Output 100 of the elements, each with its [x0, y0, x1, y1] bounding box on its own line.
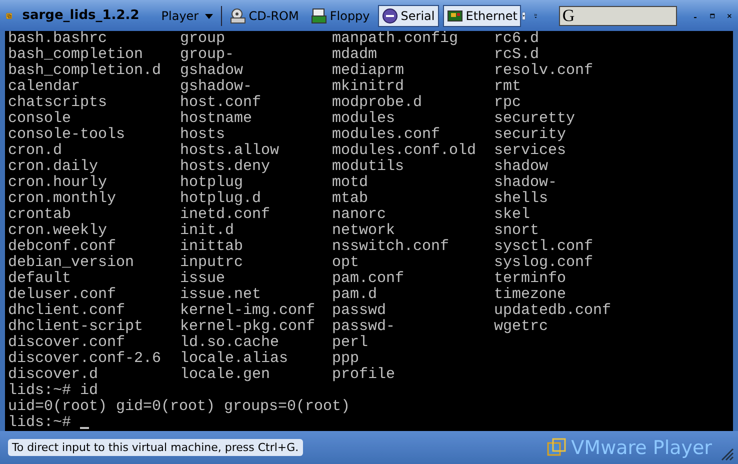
file-name: mdadm: [332, 46, 378, 63]
file-name: inetd.conf: [180, 206, 270, 223]
file-name: mkinitrd: [332, 78, 404, 95]
file-name: locale.gen: [180, 366, 270, 383]
file-name: init.d: [180, 222, 234, 239]
network-card-icon: [446, 8, 463, 24]
file-name: opt: [332, 254, 360, 271]
file-name: rc6.d: [494, 31, 540, 47]
file-name: mtab: [332, 190, 368, 207]
file-name: group: [180, 31, 226, 47]
file-name: cron.monthly: [8, 190, 116, 207]
file-name: issue.net: [180, 286, 262, 303]
logo-icon: [546, 436, 568, 458]
file-name: gshadow-: [180, 78, 252, 95]
file-name: manpath.config: [332, 31, 458, 47]
file-name: network: [332, 222, 396, 239]
file-name: ppp: [332, 350, 360, 367]
file-name: passwd-: [332, 318, 396, 335]
file-name: updatedb.conf: [494, 302, 612, 319]
file-name: discover.conf-2.6: [8, 350, 162, 367]
file-name: ld.so.cache: [180, 334, 280, 351]
file-name: perl: [332, 334, 368, 351]
file-name: kernel-pkg.conf: [180, 318, 316, 335]
file-name: bash_completion: [8, 46, 144, 63]
file-name: deluser.conf: [8, 286, 116, 303]
file-name: terminfo: [494, 270, 566, 287]
file-name: resolv.conf: [494, 62, 594, 79]
file-name: wgetrc: [494, 318, 548, 335]
cursor: [80, 427, 90, 429]
player-menu[interactable]: Player: [157, 8, 218, 22]
file-name: inputrc: [180, 254, 244, 271]
file-name: debian_version: [8, 254, 134, 271]
file-name: profile: [332, 366, 396, 383]
file-name: console-tools: [8, 126, 126, 143]
file-name: modprobe.d: [332, 94, 422, 111]
file-name: crontab: [8, 206, 72, 223]
file-name: syslog.conf: [494, 254, 594, 271]
file-name: hosts.deny: [180, 158, 270, 175]
terminal-line: uid=0(root) gid=0(root) groups=0(root): [8, 399, 350, 415]
file-name: calendar: [8, 78, 80, 95]
file-name: console: [8, 110, 72, 127]
file-name: discover.conf: [8, 334, 126, 351]
file-name: rcS.d: [494, 46, 540, 63]
file-name: group-: [180, 46, 234, 63]
file-name: hosts: [180, 126, 226, 143]
file-name: nsswitch.conf: [332, 238, 450, 255]
file-name: inittab: [180, 238, 244, 255]
file-name: rpc: [494, 94, 522, 111]
device-button[interactable]: Ethernet: [442, 4, 522, 26]
file-name: hosts.allow: [180, 142, 280, 159]
device-button[interactable]: Floppy: [306, 4, 374, 26]
file-name: motd: [332, 174, 368, 191]
file-name: timezone: [494, 286, 566, 303]
file-name: modules.conf: [332, 126, 440, 143]
status-message: To direct input to this virtual machine, press Ctrl+G.: [8, 439, 303, 456]
file-name: snort: [494, 222, 540, 239]
file-name: rmt: [494, 78, 522, 95]
input-field[interactable]: G: [559, 6, 678, 26]
file-name: pam.conf: [332, 270, 404, 287]
terminal-line: lids:~# id: [8, 383, 98, 399]
file-name: bash.bashrc: [8, 31, 108, 47]
file-name: shadow-: [494, 174, 558, 191]
device-button[interactable]: CD-ROM: [226, 4, 303, 26]
drive-icon: [230, 8, 246, 24]
file-name: host.conf: [180, 94, 262, 111]
file-name: cron.hourly: [8, 174, 108, 191]
file-name: modules: [332, 110, 396, 127]
file-name: hostname: [180, 110, 252, 127]
file-name: default: [8, 270, 72, 287]
file-name: skel: [494, 206, 530, 223]
file-name: shadow: [494, 158, 548, 175]
file-name: hotplug: [180, 174, 244, 191]
floppy-icon: [310, 8, 327, 24]
file-name: mediaprm: [332, 62, 404, 79]
file-name: issue: [180, 270, 226, 287]
file-name: kernel-img.conf: [180, 302, 316, 319]
file-name: gshadow: [180, 62, 244, 79]
file-name: hotplug.d: [180, 190, 262, 207]
file-name: pam.d: [332, 286, 378, 303]
file-name: dhclient.conf: [8, 302, 126, 319]
file-name: discover.d: [8, 366, 98, 383]
file-name: cron.d: [8, 142, 62, 159]
file-name: modutils: [332, 158, 404, 175]
terminal-line: lids:~#: [8, 415, 72, 431]
file-name: cron.daily: [8, 158, 98, 175]
file-name: services: [494, 142, 566, 159]
file-name: debconf.conf: [8, 238, 116, 255]
file-name: securetty: [494, 110, 576, 127]
file-name: shells: [494, 190, 548, 207]
resize-grip-icon[interactable]: [720, 447, 734, 461]
device-button[interactable]: Serial: [378, 4, 439, 26]
file-name: locale.alias: [180, 350, 288, 367]
file-name: dhclient-script: [8, 318, 144, 335]
window-title: sarge_lids_1.2.2: [22, 8, 140, 23]
caret-icon: [205, 14, 214, 19]
file-name: modules.conf.old: [332, 142, 476, 159]
brand-name: VMware Player: [571, 436, 712, 458]
file-name: passwd: [332, 302, 386, 319]
file-name: sysctl.conf: [494, 238, 594, 255]
file-name: bash_completion.d: [8, 62, 162, 79]
